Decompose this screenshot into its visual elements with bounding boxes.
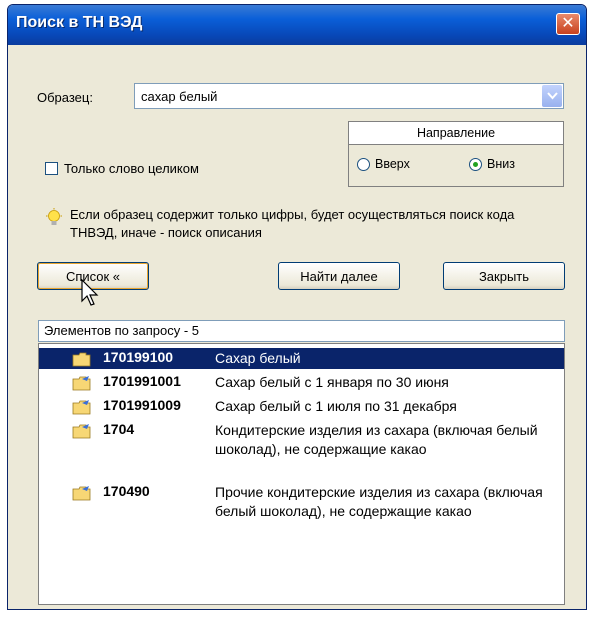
item-code: 170199100 (103, 349, 174, 365)
close-icon: ✕ (561, 15, 575, 32)
direction-group: Направление Вверх Вниз (348, 121, 564, 187)
folder-open-icon (72, 352, 91, 367)
item-code: 1704 (103, 421, 135, 437)
chevron-down-icon (546, 92, 558, 100)
results-list[interactable]: 170199100 Сахар белый 1701991001 Сахар б… (38, 343, 565, 605)
list-item[interactable]: 170199100 Сахар белый (39, 348, 564, 369)
direction-options: Вверх Вниз (348, 145, 564, 187)
whole-word-option[interactable]: Только слово целиком (45, 161, 199, 176)
whole-word-label: Только слово целиком (64, 161, 199, 176)
lightbulb-icon (46, 208, 62, 225)
radio-down[interactable]: Вниз (469, 157, 515, 171)
item-description: Сахар белый с 1 июля по 31 декабря (215, 398, 457, 414)
radio-down-circle[interactable] (469, 157, 482, 171)
folder-open-icon (72, 376, 91, 391)
item-code: 1701991009 (103, 397, 181, 413)
radio-up-circle[interactable] (357, 157, 370, 171)
close-button[interactable]: Закрыть (443, 262, 565, 290)
radio-down-label: Вниз (487, 157, 515, 171)
radio-up-label: Вверх (375, 157, 410, 171)
sample-input[interactable]: сахар белый (141, 89, 217, 104)
folder-open-icon (72, 424, 91, 439)
combo-dropdown-button[interactable] (542, 85, 562, 107)
item-description: Прочие кондитерские изделия из сахара (в… (215, 484, 543, 519)
item-description: Сахар белый (215, 350, 301, 366)
hint-text: Если образец содержит только цифры, буде… (70, 207, 515, 240)
folder-open-icon (72, 400, 91, 415)
sample-combobox[interactable]: сахар белый (134, 83, 564, 109)
item-code: 1701991001 (103, 373, 181, 389)
radio-up[interactable]: Вверх (357, 157, 410, 171)
item-description: Кондитерские изделия из сахара (включая … (215, 422, 538, 457)
sample-label: Образец: (37, 90, 93, 105)
window-title: Поиск в ТН ВЭД (16, 14, 143, 31)
folder-open-icon (72, 486, 91, 501)
find-next-button[interactable]: Найти далее (278, 262, 400, 290)
results-count: Элементов по запросу - 5 (38, 320, 565, 342)
direction-header: Направление (348, 121, 564, 145)
title-bar[interactable]: Поиск в ТН ВЭД ✕ (8, 5, 586, 45)
search-dialog: Поиск в ТН ВЭД ✕ Образец: сахар белый На… (7, 4, 587, 610)
mouse-cursor-icon (81, 279, 99, 306)
close-window-button[interactable]: ✕ (556, 13, 580, 35)
whole-word-checkbox[interactable] (45, 162, 58, 175)
item-description: Сахар белый с 1 января по 30 июня (215, 374, 449, 390)
item-code: 170490 (103, 483, 150, 499)
